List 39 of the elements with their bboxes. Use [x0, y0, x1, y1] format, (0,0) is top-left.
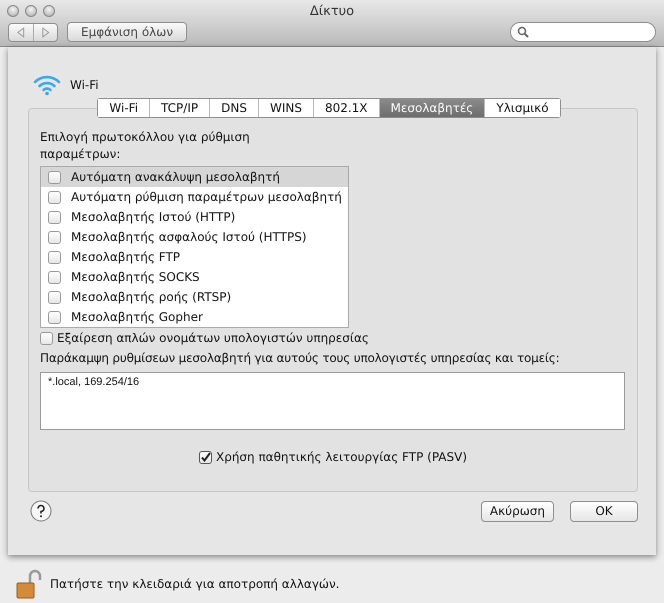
wifi-icon: [32, 74, 62, 96]
checkbox[interactable]: [48, 270, 61, 284]
padlock-icon[interactable]: [16, 569, 42, 599]
protocol-item[interactable]: Μεσολαβητής SOCKS: [41, 267, 348, 287]
tab[interactable]: Wi-Fi: [98, 99, 150, 117]
tab[interactable]: Μεσολαβητές: [380, 99, 486, 117]
checkbox[interactable]: [40, 332, 53, 344]
protocol-item[interactable]: Αυτόματη ανακάλυψη μεσολαβητή: [41, 167, 348, 187]
search-field[interactable]: [510, 22, 656, 42]
cancel-button[interactable]: Ακύρωση: [480, 500, 554, 522]
checkbox[interactable]: [48, 310, 61, 324]
checkbox[interactable]: [48, 230, 61, 244]
lock-message: Πατήστε την κλειδαριά για αποτροπή αλλαγών.: [50, 577, 340, 591]
zoom-button[interactable]: [43, 5, 55, 17]
protocol-item[interactable]: Μεσολαβητής FTP: [41, 247, 348, 267]
checkbox[interactable]: [48, 210, 61, 224]
show-all-button[interactable]: Εμφάνιση όλων: [67, 22, 188, 42]
help-icon[interactable]: [30, 500, 52, 522]
minimize-button[interactable]: [25, 5, 37, 17]
ok-button[interactable]: OK: [570, 500, 638, 522]
checkbox[interactable]: [198, 450, 212, 464]
service-name: Wi-Fi: [70, 78, 99, 92]
bypass-label: Παράκαμψη ρυθμίσεων μεσολαβητή για αυτούς τους υπολογιστές υπηρεσίας και τομείς:: [40, 351, 560, 365]
protocol-item[interactable]: Μεσολαβητής ροής (RTSP): [41, 287, 348, 307]
bypass-field[interactable]: *.local, 169.254/16: [40, 372, 625, 430]
passive-ftp-label: Χρήση παθητικής λειτουργίας FTP (PASV): [216, 450, 467, 464]
window-title: Δίκτυο: [310, 4, 354, 18]
protocol-label: Επιλογή πρωτοκόλλου για ρύθμιση παραμέτρων:: [40, 129, 251, 163]
protocol-item[interactable]: Μεσολαβητής Ιστού (HTTP): [41, 207, 348, 227]
protocol-item[interactable]: Μεσολαβητής Gopher: [41, 307, 348, 327]
checkbox[interactable]: [48, 250, 61, 264]
exclude-label: Εξαίρεση απλών ονομάτων υπολογιστών υπηρεσίας: [57, 331, 369, 345]
protocol-item[interactable]: Μεσολαβητής ασφαλούς Ιστού (HTTPS): [41, 227, 348, 247]
checkbox[interactable]: [48, 170, 61, 184]
search-icon: [517, 26, 529, 38]
checkbox[interactable]: [48, 290, 61, 304]
close-button[interactable]: [7, 5, 19, 17]
checkbox[interactable]: [48, 190, 61, 204]
protocol-item[interactable]: Αυτόματη ρύθμιση παραμέτρων μεσολαβητή: [41, 187, 348, 207]
